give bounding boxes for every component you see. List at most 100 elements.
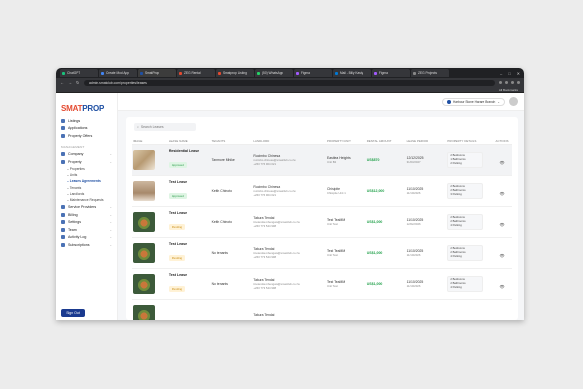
browser-tab[interactable]: (50) WhatsApp: [255, 69, 293, 77]
table-row[interactable]: Takura Tendai: [132, 300, 512, 320]
sidebar-item[interactable]: Property Offers: [59, 132, 114, 140]
sidebar-item[interactable]: Subscriptions ⌄: [59, 241, 114, 249]
tab-favicon-icon: [62, 71, 65, 75]
avatar[interactable]: [509, 97, 518, 106]
view-icon[interactable]: 👁: [500, 191, 505, 196]
chevron-down-icon: ⌄: [109, 220, 112, 225]
browser-tab[interactable]: ZEG Projects: [411, 69, 449, 77]
property-details-cell: 2 Bedrooms 1 Bathrooms 2 Parking: [447, 152, 492, 168]
browser-tab[interactable]: Create Mod App: [99, 69, 137, 77]
tenant-cell: Keith Chinoto: [211, 189, 232, 193]
lease-end: 31/03/2027: [406, 160, 421, 164]
extension-icon[interactable]: [505, 81, 508, 84]
column-header: ACTIONS: [495, 138, 509, 143]
extension-icon[interactable]: [511, 81, 514, 84]
unit-name: Unit Test: [326, 253, 338, 257]
sidebar-item[interactable]: Applications: [59, 125, 114, 133]
tab-label: Figma: [301, 71, 310, 75]
tab-bar: ChatGPT Create Mod App SmatProp ZEG Rental S…: [56, 68, 524, 78]
unit-name: Chisipite Unit 1: [326, 191, 346, 195]
landlord-phone: +263 776 904 021: [253, 162, 277, 166]
table-row[interactable]: Residential Lease Approved Tanmore Mhike Ru…: [132, 145, 512, 176]
sidebar-item[interactable]: Settings ⌄: [59, 218, 114, 226]
search-input[interactable]: ⌕ Search Leases: [134, 123, 196, 131]
back-icon[interactable]: ←: [60, 80, 64, 85]
browser-tab[interactable]: ChatGPT: [60, 69, 98, 77]
sidebar-item[interactable]: Service Providers ⌄: [59, 203, 114, 211]
sidebar-item-label: Billing: [68, 212, 78, 217]
property-thumbnail[interactable]: [133, 305, 155, 320]
property-details: 2 Bedrooms 2 Bathrooms 4 Parking: [447, 214, 484, 230]
rental-amount: US$1,000: [366, 251, 383, 255]
browser-tab[interactable]: Smatprop Listing: [216, 69, 254, 77]
sidebar-item[interactable]: Team ⌄: [59, 226, 114, 234]
view-icon[interactable]: 👁: [500, 160, 505, 165]
property-thumbnail[interactable]: [133, 274, 155, 294]
browser-tab[interactable]: Figma: [294, 69, 332, 77]
table-row[interactable]: Test Lease Pending Keith Chinoto Takura Ten…: [132, 207, 512, 238]
leases-card: ⌕ Search Leases IMAGE LEASE NAME TENANTS LA…: [126, 117, 518, 320]
sidebar-item-label: Service Providers: [68, 205, 97, 210]
sidebar-item[interactable]: Company ⌄: [59, 151, 114, 159]
sidebar-item[interactable]: Property ⌄: [59, 158, 114, 166]
url-input[interactable]: admin.smatclub.com/properties/leases: [84, 79, 495, 86]
view-icon[interactable]: 👁: [500, 222, 505, 227]
branch-selector[interactable]: Harbour Stone Harare Branch ⌄: [441, 97, 505, 106]
nav-icon: [61, 159, 65, 164]
property-details: 2 Bedrooms 2 Bathrooms 4 Parking: [447, 245, 484, 261]
sidebar-item-label: Listings: [68, 118, 81, 123]
logo-text-a: SMAT: [61, 104, 83, 113]
branch-label: Harbour Stone Harare Branch: [452, 99, 496, 104]
nav-icon: [61, 126, 65, 131]
sidebar-item[interactable]: Listings: [59, 117, 114, 125]
view-icon[interactable]: 👁: [500, 253, 505, 258]
minimize-icon[interactable]: –: [500, 71, 502, 76]
column-header: PROPERTY DETAILS: [447, 138, 477, 143]
view-icon[interactable]: 👁: [500, 284, 505, 289]
landlord-cell: Rucimbo Chinesa rucimbo.chinesa@smatclub.…: [253, 185, 327, 197]
chevron-down-icon: ⌄: [109, 227, 112, 232]
landlord-cell: Takura Tendai tinotenda.mbengwa@smatclub.…: [253, 216, 327, 228]
logo[interactable]: SMAT PROP: [59, 97, 114, 113]
extension-icon[interactable]: [499, 81, 502, 84]
sidebar-item[interactable]: Activity Log ⌄: [59, 233, 114, 241]
sign-out-button[interactable]: Sign Out: [61, 309, 85, 317]
close-icon[interactable]: ✕: [517, 71, 520, 76]
lease-period-cell: 11/10/2025 11/10/2026: [407, 249, 448, 257]
lease-cell: Test Lease Approved: [168, 180, 212, 202]
lease-period-cell: 12/12/2025 31/03/2027: [407, 156, 448, 164]
browser-tab[interactable]: Figma: [372, 69, 410, 77]
actions-cell: 👁: [492, 244, 512, 262]
maximize-icon[interactable]: □: [508, 71, 510, 76]
lease-end: 11/10/2026: [406, 284, 421, 288]
rental-amount: US$870: [366, 158, 380, 162]
browser-tab[interactable]: ZEG Rental: [177, 69, 215, 77]
address-bar: ← → ↻ admin.smatclub.com/properties/leas…: [56, 78, 524, 87]
lease-end: 12/02/2026: [406, 222, 421, 226]
all-bookmarks-link[interactable]: All Bookmarks: [499, 88, 518, 92]
table-row[interactable]: Test Lease Pending No tenants Takura Tendai…: [132, 238, 512, 269]
forward-icon[interactable]: →: [68, 80, 72, 85]
browser-tab[interactable]: SmatProp: [138, 69, 176, 77]
sidebar-item[interactable]: Billing ⌄: [59, 211, 114, 219]
column-header: PROPERTY/UNIT: [326, 138, 351, 143]
rental-amount: US$1,000: [366, 282, 383, 286]
status-badge: Pending: [168, 286, 186, 292]
property-thumbnail[interactable]: [133, 243, 155, 263]
table-row[interactable]: Test Lease Approved Keith Chinoto Rucimbo C…: [132, 176, 512, 207]
status-badge: Pending: [168, 255, 186, 261]
parking: 4 Parking: [450, 254, 462, 258]
lease-name: Test Lease: [168, 273, 188, 277]
profile-icon[interactable]: [517, 81, 520, 84]
reload-icon[interactable]: ↻: [76, 80, 80, 85]
tab-favicon-icon: [413, 71, 416, 75]
status-badge: Pending: [168, 224, 186, 230]
table-row[interactable]: Test Lease Pending No tenants Takura Tendai…: [132, 269, 512, 300]
property-thumbnail[interactable]: [133, 181, 155, 201]
property-thumbnail[interactable]: [133, 212, 155, 232]
property-thumbnail[interactable]: [133, 150, 155, 170]
rental-amount: US$1,000: [366, 220, 383, 224]
browser-tab[interactable]: Mail - Billy Kasty: [333, 69, 371, 77]
window-controls: – □ ✕: [500, 71, 524, 76]
extensions: [499, 81, 520, 84]
